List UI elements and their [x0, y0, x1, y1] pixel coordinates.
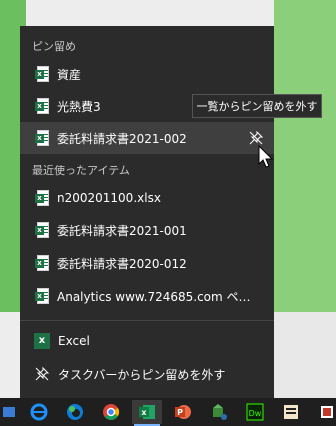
- pinned-section-title: ピン留め: [32, 40, 76, 53]
- tooltip: 一覧からピン留めを外す: [192, 94, 322, 118]
- excel-file-icon: x: [35, 255, 49, 271]
- excel-file-icon: x: [35, 222, 49, 238]
- open-excel-button[interactable]: x Excel: [20, 325, 274, 357]
- taskbar-access[interactable]: [204, 400, 234, 424]
- pinned-item-label: 資産: [57, 67, 82, 82]
- background-desktop: [274, 312, 336, 398]
- app-icon: [3, 407, 15, 417]
- dreamweaver-icon: Dw: [246, 403, 264, 421]
- unpin-from-taskbar-button[interactable]: タスクバーからピン留めを外す: [20, 358, 274, 390]
- recent-item-label: 委託料請求書2021-001: [57, 223, 187, 238]
- taskbar-powerpoint[interactable]: P: [168, 400, 198, 424]
- pinned-item[interactable]: x 資産: [20, 58, 274, 90]
- taskbar-app[interactable]: [276, 400, 306, 424]
- recent-item[interactable]: x Analytics www.724685.com ページ 2020...: [20, 280, 274, 312]
- excel-file-icon: x: [35, 288, 49, 304]
- powerpoint-icon: P: [175, 405, 191, 419]
- taskbar: x P Dw: [0, 398, 336, 426]
- unpin-icon: [249, 131, 263, 145]
- taskbar-chrome[interactable]: [96, 400, 126, 424]
- taskbar-dreamweaver[interactable]: Dw: [240, 400, 270, 424]
- excel-icon: x: [139, 405, 155, 419]
- recent-item-label: 委託料請求書2020-012: [57, 256, 187, 271]
- svg-text:Dw: Dw: [249, 409, 262, 418]
- excel-file-icon: x: [35, 66, 49, 82]
- recent-item-label: n200201100.xlsx: [57, 191, 161, 205]
- excel-file-icon: x: [35, 190, 49, 206]
- taskbar-edge[interactable]: [60, 400, 90, 424]
- taskbar-app[interactable]: [0, 400, 24, 424]
- divider: [20, 320, 274, 321]
- pinned-item[interactable]: x 委託料請求書2021-002: [20, 122, 274, 154]
- app-icon: [284, 405, 298, 419]
- ie-icon: [30, 403, 48, 421]
- recent-item[interactable]: x n200201100.xlsx: [20, 182, 274, 214]
- unpin-icon: [35, 366, 50, 381]
- excel-icon: x: [34, 333, 50, 349]
- background-window-right: [274, 0, 336, 312]
- jump-list: ピン留め x 資産 x 光熱費3 x 委託料請求書2021-002 最近使ったア…: [20, 26, 274, 398]
- app-icon: [321, 406, 333, 418]
- taskbar-ie[interactable]: [24, 400, 54, 424]
- app-label: Excel: [58, 334, 90, 348]
- pinned-item-label: 委託料請求書2021-002: [57, 131, 187, 146]
- recent-item[interactable]: x 委託料請求書2021-001: [20, 214, 274, 246]
- recent-section-title: 最近使ったアイテム: [32, 164, 130, 177]
- recent-item-label: Analytics www.724685.com ページ 2020...: [57, 289, 257, 304]
- access-icon: [213, 404, 227, 420]
- edge-icon: [67, 404, 83, 420]
- excel-file-icon: x: [35, 130, 49, 146]
- mouse-cursor-icon: [258, 145, 274, 168]
- svg-text:P: P: [177, 408, 183, 417]
- svg-text:x: x: [141, 408, 147, 417]
- chrome-icon: [103, 404, 120, 420]
- taskbar-excel[interactable]: x: [132, 400, 162, 426]
- unpin-taskbar-label: タスクバーからピン留めを外す: [58, 367, 226, 382]
- excel-file-icon: x: [35, 98, 49, 114]
- taskbar-app[interactable]: [312, 400, 336, 424]
- recent-item[interactable]: x 委託料請求書2020-012: [20, 247, 274, 279]
